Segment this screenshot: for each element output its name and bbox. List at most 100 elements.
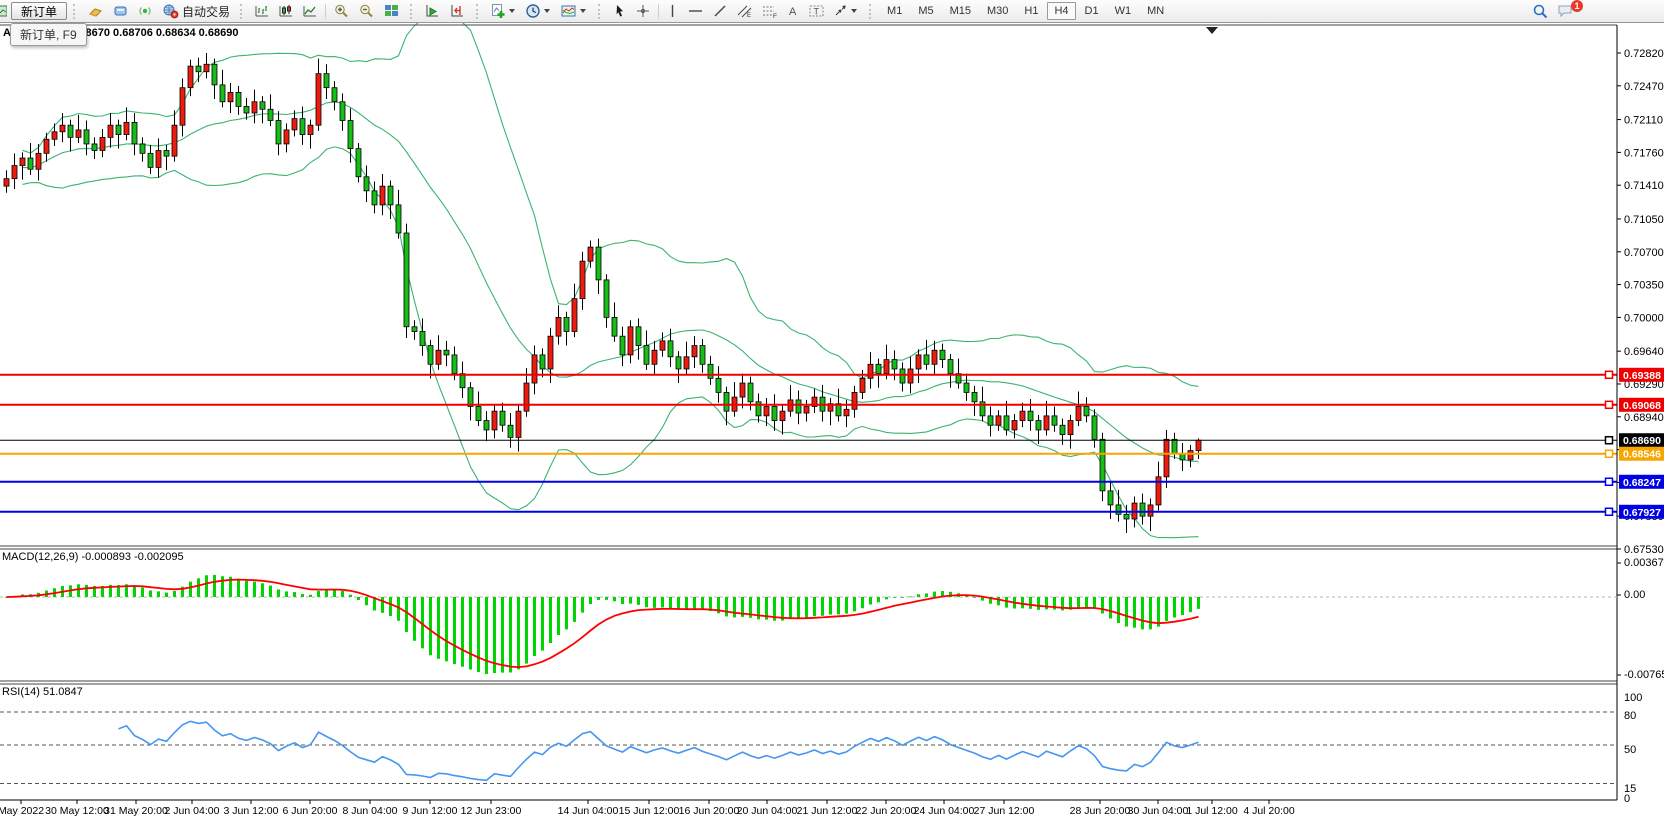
candlestick-icon <box>278 3 294 19</box>
zoom-out-icon <box>358 3 375 19</box>
svg-text:12 Jun 23:00: 12 Jun 23:00 <box>461 805 522 817</box>
tile-windows-button[interactable] <box>380 1 403 22</box>
candlestick-mode-button[interactable] <box>275 1 297 22</box>
signals-button[interactable] <box>134 1 157 22</box>
timeframe-h1-button[interactable]: H1 <box>1017 2 1045 20</box>
chart-window-icon <box>0 3 7 19</box>
market-watch-icon[interactable] <box>0 1 10 22</box>
chart-shift-button[interactable] <box>446 1 469 22</box>
svg-text:0.00: 0.00 <box>1624 589 1645 601</box>
horizontal-line-tool-button[interactable] <box>684 1 707 22</box>
auto-scroll-button[interactable] <box>421 1 444 22</box>
dropdown-caret-icon <box>509 9 515 13</box>
bar-chart-icon <box>254 3 270 19</box>
auto-scroll-icon <box>424 3 441 19</box>
arrows-tool-button[interactable] <box>830 1 862 22</box>
horizontal-line-icon <box>687 3 704 19</box>
search-button[interactable] <box>1529 1 1552 22</box>
svg-text:31 May 20:00: 31 May 20:00 <box>104 805 168 817</box>
bar-chart-mode-button[interactable] <box>251 1 273 22</box>
svg-text:8 Jun 04:00: 8 Jun 04:00 <box>343 805 398 817</box>
gold-bar-icon <box>87 3 104 19</box>
channel-icon: E <box>736 3 753 19</box>
line-chart-mode-button[interactable] <box>299 1 321 22</box>
svg-text:0.68690: 0.68690 <box>1623 435 1661 447</box>
svg-text:0.67530: 0.67530 <box>1624 544 1664 556</box>
timeframe-d1-button[interactable]: D1 <box>1078 2 1106 20</box>
terminal-window: 新订单 自动交易 <box>0 0 1664 821</box>
toolbar-grip <box>73 4 79 19</box>
profile-button[interactable] <box>109 1 132 22</box>
autotrading-button[interactable]: 自动交易 <box>159 1 233 22</box>
dropdown-caret-icon <box>851 9 857 13</box>
text-icon: A <box>786 3 800 19</box>
svg-text:0.72470: 0.72470 <box>1624 81 1664 93</box>
toolbar-grip <box>410 4 416 19</box>
svg-text:20 Jun 04:00: 20 Jun 04:00 <box>737 805 798 817</box>
svg-text:4 Jul 20:00: 4 Jul 20:00 <box>1243 805 1295 817</box>
equidistant-channel-tool-button[interactable]: E <box>733 1 756 22</box>
svg-text:1 Jul 12:00: 1 Jul 12:00 <box>1186 805 1238 817</box>
tile-windows-icon <box>383 3 400 19</box>
vertical-line-tool-button[interactable] <box>663 1 682 22</box>
chart-shift-icon <box>449 3 466 19</box>
svg-text:0.71050: 0.71050 <box>1624 214 1664 226</box>
timeframe-mn-button[interactable]: MN <box>1140 2 1171 20</box>
svg-text:A: A <box>789 6 797 18</box>
svg-text:0.003672: 0.003672 <box>1624 557 1664 569</box>
svg-text:6 Jun 20:00: 6 Jun 20:00 <box>283 805 338 817</box>
rsi-indicator-label: RSI(14) 51.0847 <box>2 686 83 698</box>
dropdown-caret-icon <box>544 9 550 13</box>
notifications-button[interactable]: 1 <box>1554 1 1578 22</box>
clock-icon <box>525 3 541 19</box>
text-tool-button[interactable]: A <box>783 1 803 22</box>
zoom-out-button[interactable] <box>355 1 378 22</box>
template-icon <box>560 3 577 19</box>
svg-text:27 Jun 12:00: 27 Jun 12:00 <box>974 805 1035 817</box>
zoom-in-button[interactable] <box>330 1 353 22</box>
svg-text:22 Jun 20:00: 22 Jun 20:00 <box>856 805 917 817</box>
svg-text:50: 50 <box>1624 744 1636 756</box>
fibonacci-tool-button[interactable]: F <box>758 1 781 22</box>
autotrading-globe-icon <box>162 3 179 19</box>
dropdown-caret-icon <box>580 9 586 13</box>
cursor-tool-button[interactable] <box>609 1 630 22</box>
zoom-in-icon <box>333 3 350 19</box>
deposit-button[interactable] <box>84 1 107 22</box>
svg-text:0.68247: 0.68247 <box>1623 477 1661 489</box>
svg-text:0.69640: 0.69640 <box>1624 346 1664 358</box>
vertical-line-icon <box>666 3 679 19</box>
timeframe-w1-button[interactable]: W1 <box>1108 2 1139 20</box>
label-tool-button[interactable]: T <box>805 1 828 22</box>
svg-text:-0.007656: -0.007656 <box>1624 669 1664 681</box>
svg-text:15 Jun 12:00: 15 Jun 12:00 <box>619 805 680 817</box>
svg-text:0.72820: 0.72820 <box>1624 48 1664 60</box>
timeframe-m1-button[interactable]: M1 <box>880 2 909 20</box>
indicators-button[interactable] <box>487 1 520 22</box>
trendline-tool-button[interactable] <box>709 1 731 22</box>
timeframe-h4-button[interactable]: H4 <box>1047 2 1075 20</box>
svg-text:0.70000: 0.70000 <box>1624 312 1664 324</box>
svg-text:0.70700: 0.70700 <box>1624 247 1664 259</box>
toolbar-grip <box>240 4 246 19</box>
new-order-button[interactable]: 新订单 <box>11 2 67 20</box>
svg-text:0.69068: 0.69068 <box>1623 400 1661 412</box>
new-order-tooltip: 新订单, F9 <box>10 23 87 46</box>
templates-button[interactable] <box>557 1 591 22</box>
svg-text:F: F <box>773 13 777 19</box>
timeframe-m5-button[interactable]: M5 <box>911 2 940 20</box>
svg-text:16 Jun 20:00: 16 Jun 20:00 <box>679 805 740 817</box>
timeframe-m15-button[interactable]: M15 <box>943 2 978 20</box>
notification-count-badge: 1 <box>1571 0 1583 12</box>
periods-button[interactable] <box>522 1 555 22</box>
timeframe-m30-button[interactable]: M30 <box>980 2 1015 20</box>
svg-text:E: E <box>747 13 751 19</box>
svg-text:80: 80 <box>1624 710 1636 722</box>
crosshair-tool-button[interactable] <box>632 1 654 22</box>
arrow-objects-icon <box>833 3 848 19</box>
svg-text:21 Jun 12:00: 21 Jun 12:00 <box>797 805 858 817</box>
svg-text:24 Jun 04:00: 24 Jun 04:00 <box>914 805 975 817</box>
svg-text:0: 0 <box>1624 793 1630 805</box>
toolbar-grip <box>598 4 604 19</box>
chart-canvas[interactable]: 0.728200.724700.721100.717600.714100.710… <box>0 0 1664 821</box>
